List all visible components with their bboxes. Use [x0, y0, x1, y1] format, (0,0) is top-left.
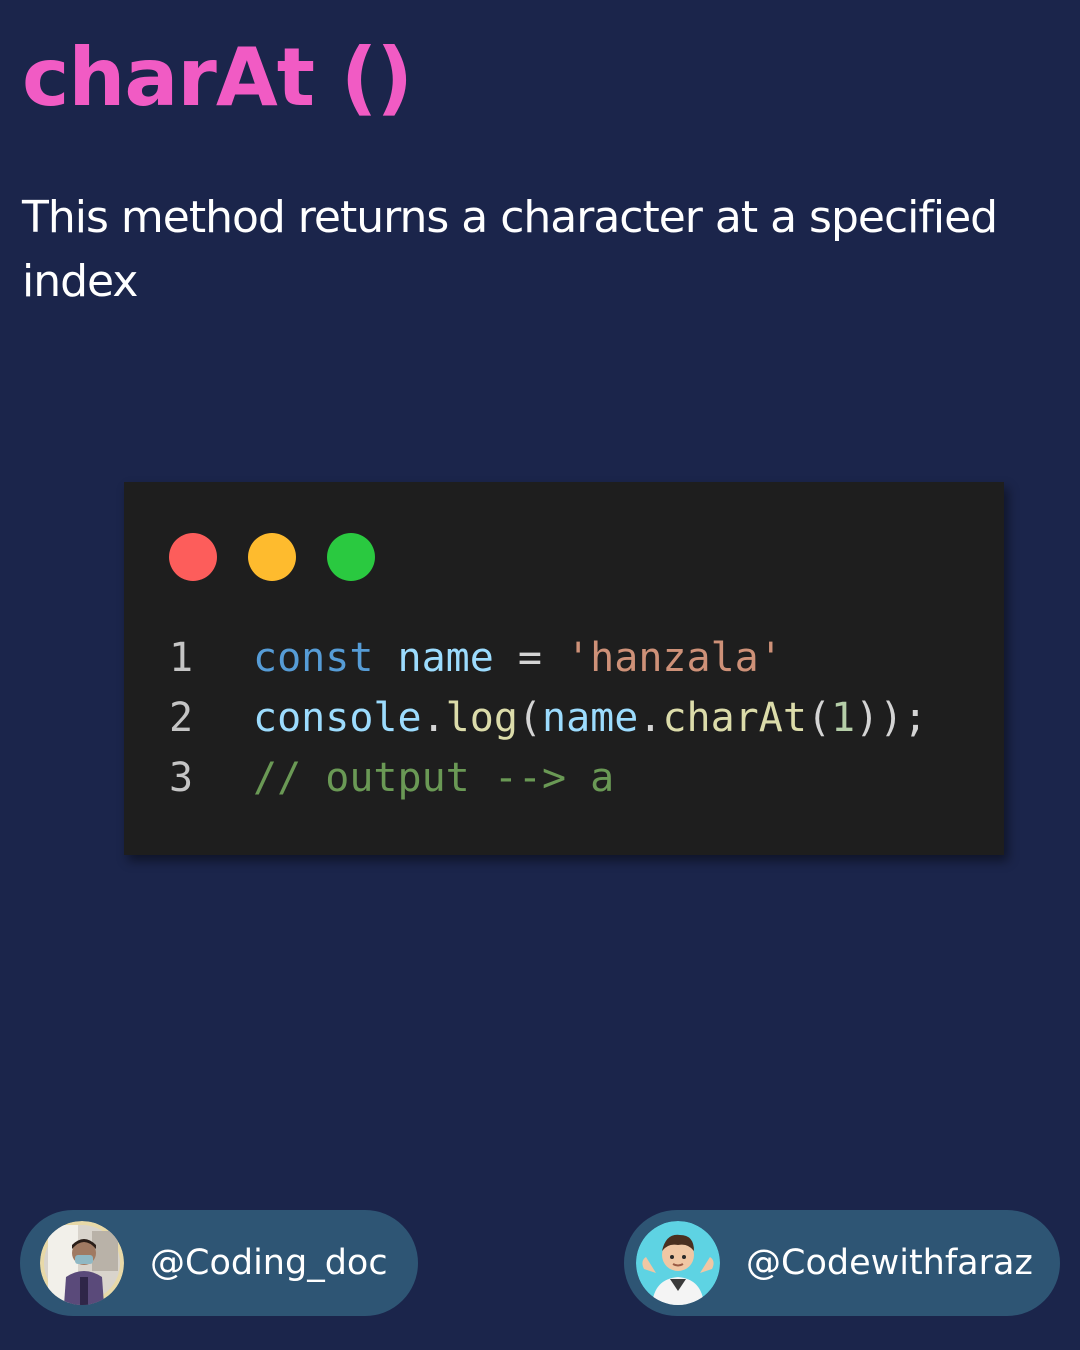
- code-token: const: [253, 635, 398, 681]
- green-dot-icon: [327, 533, 375, 581]
- line-number: 3: [169, 755, 194, 801]
- code-line: 2 console.log(name.charAt(1));: [169, 688, 927, 748]
- yellow-dot-icon: [248, 533, 296, 581]
- page-title: charAt (): [22, 31, 413, 124]
- method-description: This method returns a character at a spe…: [22, 192, 998, 307]
- code-token: // output --> a: [253, 755, 615, 801]
- code-token: 'hanzala': [566, 635, 783, 681]
- code-token: console: [253, 695, 422, 741]
- code-token: .: [421, 695, 446, 741]
- code-token: (: [806, 695, 832, 741]
- red-dot-icon: [169, 533, 217, 581]
- code-token: =: [493, 635, 567, 681]
- code-block: 1 const name = 'hanzala' 2 console.log(name…: [169, 628, 927, 808]
- shrug-memoji-avatar: [636, 1221, 720, 1305]
- code-token: 1: [831, 695, 856, 741]
- coding-doc-badge[interactable]: @Coding_doc: [20, 1210, 418, 1316]
- codewithfaraz-badge[interactable]: @Codewithfaraz: [624, 1210, 1060, 1316]
- code-token: name: [542, 695, 639, 741]
- code-line: 3 // output --> a: [169, 748, 927, 808]
- code-token: ));: [855, 695, 928, 741]
- code-token: (: [517, 695, 543, 741]
- code-window: 1 const name = 'hanzala' 2 console.log(name…: [124, 482, 1004, 855]
- code-token: .: [638, 695, 663, 741]
- coding-doc-handle: @Coding_doc: [150, 1243, 388, 1283]
- line-number: 2: [169, 695, 194, 741]
- line-number: 1: [169, 635, 194, 681]
- codewithfaraz-handle: @Codewithfaraz: [746, 1243, 1033, 1283]
- profile-photo-avatar: [40, 1221, 124, 1305]
- code-token: log: [445, 695, 518, 741]
- code-token: name: [397, 635, 494, 681]
- code-line: 1 const name = 'hanzala': [169, 628, 927, 688]
- code-token: charAt: [662, 695, 807, 741]
